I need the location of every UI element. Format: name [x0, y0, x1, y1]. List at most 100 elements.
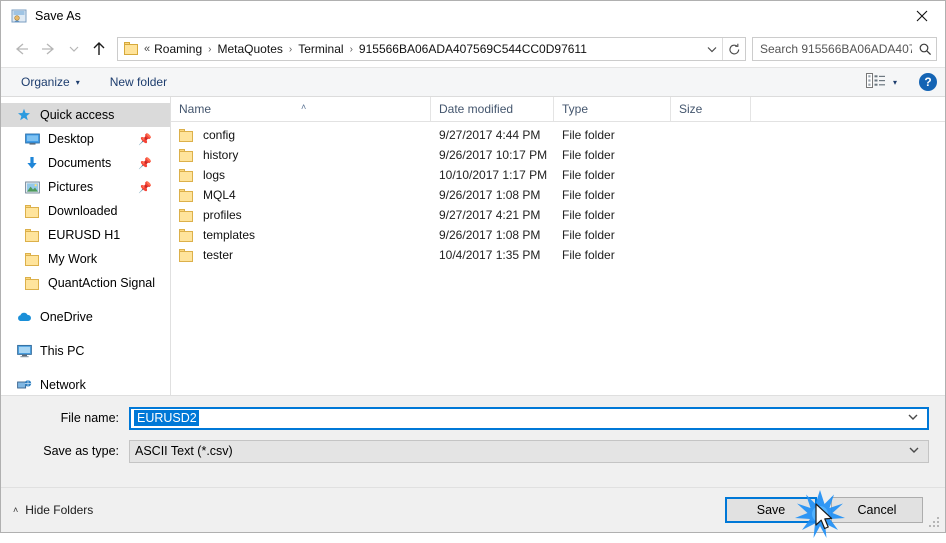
new-folder-label: New folder [109, 75, 168, 89]
search-input[interactable] [753, 41, 914, 57]
change-view-button[interactable]: ▾ [862, 70, 901, 94]
sidebar-item-onedrive[interactable]: OneDrive [1, 305, 170, 329]
column-header-type[interactable]: Type [554, 97, 671, 121]
folder-icon [23, 203, 41, 219]
sidebar-item-eurusd-h1[interactable]: EURUSD H1 [1, 223, 170, 247]
save-button[interactable]: Save [725, 497, 817, 523]
arrow-left-icon [15, 43, 28, 55]
sidebar-item-downloaded[interactable]: Downloaded [1, 199, 170, 223]
chevron-down-icon[interactable] [907, 411, 919, 426]
table-row[interactable]: history 9/26/2017 10:17 PM File folder [171, 145, 945, 165]
breadcrumb-item-terminal-id[interactable]: 915566BA06ADA407569C544CC0D97611 [359, 42, 587, 56]
up-button[interactable] [85, 35, 113, 63]
chevron-down-icon [707, 47, 717, 53]
folder-icon [179, 208, 194, 222]
sidebar-item-label: Network [40, 378, 86, 392]
sidebar-item-documents[interactable]: Documents 📌 [1, 151, 170, 175]
file-list: Name ˄ Date modified Type Size config 9/… [171, 97, 945, 395]
pin-icon[interactable]: 📌 [138, 133, 152, 146]
sidebar-item-label: QuantAction Signal [48, 276, 156, 290]
row-name-cell: MQL4 [171, 188, 431, 202]
row-name-cell: logs [171, 168, 431, 182]
row-type-cell: File folder [562, 208, 615, 222]
save-as-type-row: Save as type: ASCII Text (*.csv) [17, 439, 929, 463]
breadcrumb-dropdown-button[interactable] [702, 43, 722, 55]
breadcrumb-overflow[interactable]: « [144, 43, 150, 55]
column-header-name-label: Name [179, 102, 212, 116]
save-form: File name: EURUSD2 Save as type: ASCII T… [1, 395, 945, 487]
search-icon[interactable] [914, 42, 936, 56]
table-row[interactable]: MQL4 9/26/2017 1:08 PM File folder [171, 185, 945, 205]
folder-icon [23, 275, 41, 291]
pin-icon[interactable]: 📌 [138, 181, 152, 194]
row-type-cell: File folder [562, 148, 615, 162]
cancel-label: Cancel [857, 503, 897, 517]
sidebar-item-label: Desktop [48, 132, 94, 146]
sidebar-item-quantaction-signal[interactable]: QuantAction Signal [1, 271, 170, 295]
sidebar-item-label: EURUSD H1 [48, 228, 121, 242]
chevron-right-icon: › [208, 43, 212, 55]
resize-grip-icon[interactable] [929, 517, 941, 529]
new-folder-button[interactable]: New folder [104, 70, 173, 94]
row-date-cell: 10/10/2017 1:17 PM [439, 168, 548, 182]
save-as-type-label: Save as type: [43, 444, 119, 458]
organize-label: Organize [21, 75, 70, 89]
file-rows: config 9/27/2017 4:44 PM File folder his… [171, 122, 945, 395]
help-button[interactable]: ? [919, 73, 937, 91]
recent-locations-button[interactable] [63, 35, 85, 63]
chevron-right-icon: › [288, 43, 293, 55]
row-date-cell: 9/26/2017 10:17 PM [439, 148, 548, 162]
star-pin-icon [15, 107, 33, 123]
breadcrumb-item-metaquotes[interactable]: MetaQuotes [218, 42, 283, 56]
hide-folders-button[interactable]: ˄ Hide Folders [13, 503, 93, 517]
column-header-name[interactable]: Name ˄ [171, 97, 431, 121]
row-date-cell: 10/4/2017 1:35 PM [439, 248, 541, 262]
file-name-row: File name: EURUSD2 [17, 406, 929, 430]
sort-ascending-icon: ˄ [301, 102, 307, 112]
documents-download-icon [23, 155, 41, 171]
column-header-size[interactable]: Size [671, 97, 751, 121]
save-as-type-select[interactable]: ASCII Text (*.csv) [129, 439, 929, 463]
forward-button[interactable] [35, 35, 63, 63]
column-header-date-modified[interactable]: Date modified [431, 97, 554, 121]
folder-icon [23, 227, 41, 243]
table-row[interactable]: tester 10/4/2017 1:35 PM File folder [171, 245, 945, 265]
table-row[interactable]: logs 10/10/2017 1:17 PM File folder [171, 165, 945, 185]
save-as-dialog: Save As « Roaming › MetaQuotes › Termina… [0, 0, 946, 538]
close-button[interactable] [899, 1, 945, 31]
table-row[interactable]: config 9/27/2017 4:44 PM File folder [171, 125, 945, 145]
organize-button[interactable]: Organize ▾ [15, 70, 86, 94]
breadcrumb-item-terminal[interactable]: Terminal [298, 42, 343, 56]
row-type-cell: File folder [562, 248, 615, 262]
sidebar-item-label: My Work [48, 252, 98, 266]
folder-icon [179, 248, 194, 262]
sidebar-item-desktop[interactable]: Desktop 📌 [1, 127, 170, 151]
chevron-right-icon: › [349, 43, 353, 55]
sidebar-item-my-work[interactable]: My Work [1, 247, 170, 271]
arrow-up-icon [93, 42, 105, 55]
chevron-down-icon[interactable] [908, 444, 920, 459]
search-box[interactable] [752, 37, 937, 61]
back-button[interactable] [7, 35, 35, 63]
table-row[interactable]: profiles 9/27/2017 4:21 PM File folder [171, 205, 945, 225]
breadcrumb-item-roaming[interactable]: Roaming [154, 42, 202, 56]
sidebar-item-label: Documents [48, 156, 112, 170]
row-date-cell: 9/26/2017 1:08 PM [439, 228, 541, 242]
breadcrumb[interactable]: « Roaming › MetaQuotes › Terminal › 9155… [117, 37, 746, 61]
refresh-icon [728, 43, 739, 54]
table-row[interactable]: templates 9/26/2017 1:08 PM File folder [171, 225, 945, 245]
folder-icon [179, 148, 194, 162]
sidebar-item-pictures[interactable]: Pictures 📌 [1, 175, 170, 199]
file-name-input[interactable]: EURUSD2 [129, 406, 929, 430]
cancel-button[interactable]: Cancel [831, 497, 923, 523]
desktop-icon [23, 131, 41, 147]
sidebar-item-this-pc[interactable]: This PC [1, 339, 170, 363]
row-type-cell: File folder [562, 168, 615, 182]
sidebar-item-quick-access[interactable]: Quick access [1, 103, 170, 127]
pin-icon[interactable]: 📌 [138, 157, 152, 170]
sidebar-item-label: Quick access [40, 108, 115, 122]
row-type-cell: File folder [562, 188, 615, 202]
refresh-button[interactable] [722, 38, 745, 60]
sidebar-item-network[interactable]: Network [1, 373, 170, 395]
save-label: Save [756, 503, 786, 517]
